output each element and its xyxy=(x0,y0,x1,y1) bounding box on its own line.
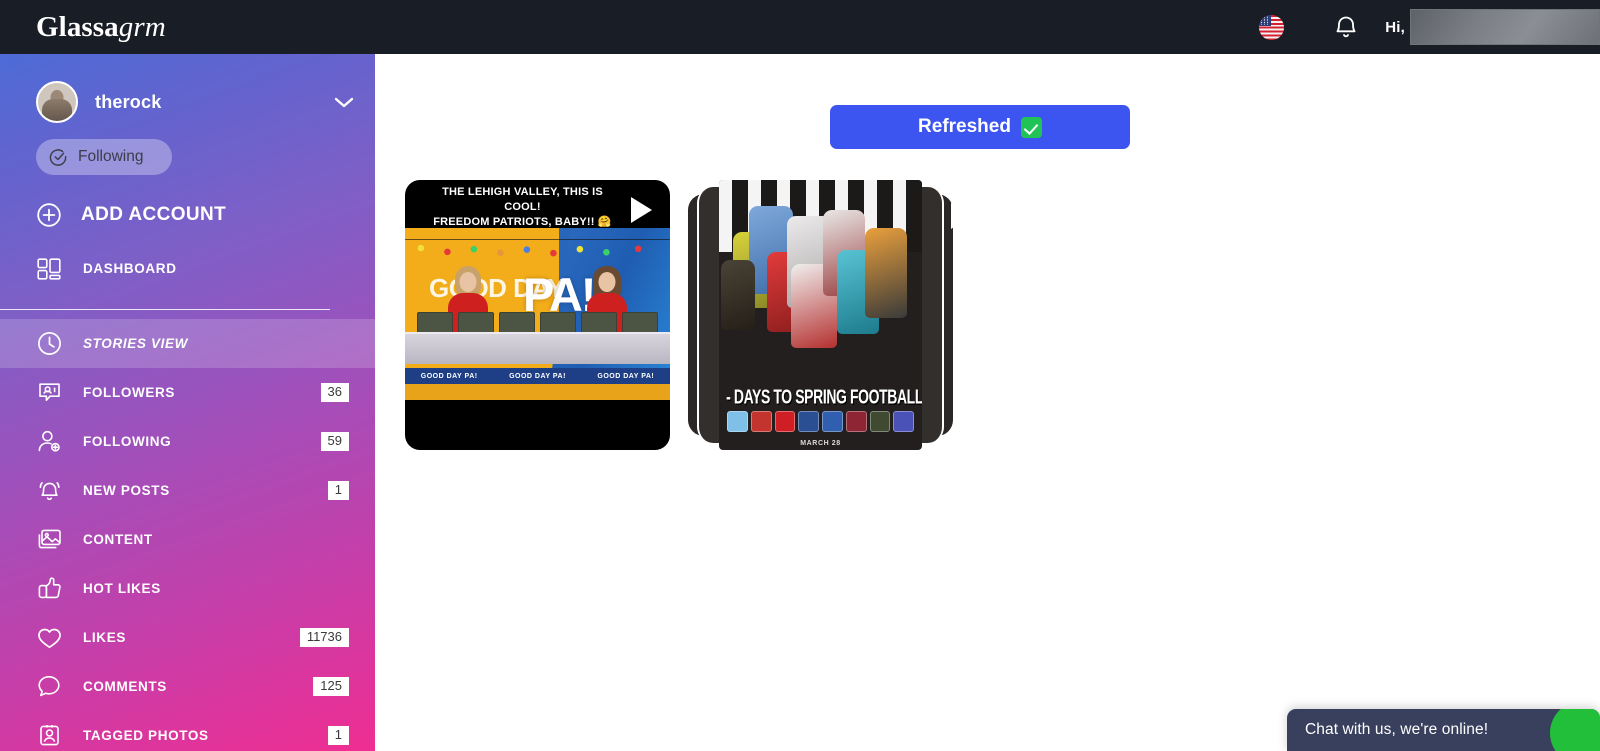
refresh-button-label: Refreshed xyxy=(918,116,1011,137)
app-logo[interactable]: Glassagrm xyxy=(36,11,166,44)
status-badge: 36 xyxy=(320,382,349,403)
greeting-text: Hi, xyxy=(1385,18,1405,36)
team-logo xyxy=(869,411,891,432)
team-logo xyxy=(845,411,867,432)
status-badge: 11736 xyxy=(299,627,349,648)
notification-bell-icon[interactable] xyxy=(1333,14,1359,40)
sidebar-item-label: DASHBOARD xyxy=(83,261,177,276)
images-icon xyxy=(36,527,62,552)
host-face xyxy=(459,272,477,292)
studio-ticker: GOOD DAY PA! GOOD DAY PA! GOOD DAY PA! xyxy=(405,368,670,384)
logo-secondary: grm xyxy=(118,10,166,43)
chat-message: Chat with us, we're online! xyxy=(1305,721,1489,738)
story-headline: - DAYS TO SPRING FOOTBALL - xyxy=(726,386,922,409)
story-card[interactable]: - DAYS TO SPRING FOOTBALL - MARCH 28 xyxy=(719,180,922,450)
top-header-bar: Glassagrm Hi, xyxy=(0,0,1600,54)
ticker-text: GOOD DAY PA! xyxy=(597,372,655,380)
story-card[interactable]: THE LEHIGH VALLEY, THIS IS COOL! FREEDOM… xyxy=(405,180,670,450)
status-badge: 1 xyxy=(327,480,349,501)
account-switcher[interactable]: therock xyxy=(0,73,375,131)
player-figure xyxy=(721,260,755,330)
comment-icon xyxy=(36,674,62,699)
grid-icon xyxy=(36,257,62,280)
check-circle-icon xyxy=(49,148,67,166)
main-content: Refreshed THE LEHIGH VALLEY, THIS IS COO… xyxy=(375,54,1600,751)
stories-list: THE LEHIGH VALLEY, THIS IS COOL! FREEDOM… xyxy=(405,180,971,450)
sidebar-item-new-posts[interactable]: NEW POSTS 1 xyxy=(0,466,375,515)
host-face xyxy=(598,272,616,292)
sidebar-item-label: LIKES xyxy=(83,630,127,645)
sidebar-item-stories-view[interactable]: STORIES VIEW xyxy=(0,319,375,368)
add-account-button[interactable]: ADD ACCOUNT xyxy=(36,200,375,230)
story-card-stacked[interactable]: - DAYS TO SPRING FOOTBALL - MARCH 28 xyxy=(688,180,971,450)
heart-icon xyxy=(36,626,62,650)
sidebar-item-label: CONTENT xyxy=(83,532,153,547)
status-badge: 59 xyxy=(320,431,349,452)
sidebar-item-label: COMMENTS xyxy=(83,679,167,694)
flag-canton xyxy=(1259,14,1272,26)
team-logo xyxy=(774,411,796,432)
sidebar: therock Following ADD ACCOUNT DASHBOARD … xyxy=(0,54,375,751)
chat-online-indicator xyxy=(1550,709,1600,751)
team-logos-row xyxy=(727,411,914,432)
team-logo xyxy=(822,411,843,432)
sidebar-item-label: NEW POSTS xyxy=(83,483,170,498)
thumbs-up-icon xyxy=(36,576,62,601)
story-caption-line2: FREEDOM PATRIOTS, BABY!! 🤗 xyxy=(433,215,612,228)
sidebar-item-label: TAGGED PHOTOS xyxy=(83,728,209,743)
username-redacted-field[interactable] xyxy=(1410,9,1600,45)
header-right-controls: Hi, xyxy=(1259,0,1600,54)
logo-primary: Glassa xyxy=(36,10,119,43)
story-caption-line1: THE LEHIGH VALLEY, THIS IS COOL! xyxy=(442,186,603,213)
refresh-button[interactable]: Refreshed xyxy=(830,105,1130,149)
ticker-text: GOOD DAY PA! xyxy=(420,372,478,380)
play-icon[interactable] xyxy=(951,203,971,229)
sidebar-item-followers[interactable]: FOLLOWERS 36 xyxy=(0,368,375,417)
status-badge: 125 xyxy=(313,676,349,697)
avatar-torso xyxy=(42,99,72,121)
string-lights xyxy=(405,236,670,258)
tagged-photos-icon xyxy=(36,723,62,748)
chat-widget[interactable]: Chat with us, we're online! xyxy=(1287,709,1600,751)
us-flag-icon[interactable] xyxy=(1259,14,1285,40)
avatar xyxy=(36,81,78,123)
sidebar-item-tagged-photos[interactable]: TAGGED PHOTOS 1 xyxy=(0,711,375,751)
sidebar-item-content[interactable]: CONTENT xyxy=(0,515,375,564)
player-figure xyxy=(865,228,907,318)
team-logo xyxy=(750,411,772,432)
app-root: Glassagrm Hi, therock Following ADD ACCO… xyxy=(0,0,1600,751)
sidebar-item-hot-likes[interactable]: HOT LIKES xyxy=(0,564,375,613)
team-logo xyxy=(727,411,748,432)
sidebar-item-label: FOLLOWERS xyxy=(83,385,176,400)
sidebar-item-label: STORIES VIEW xyxy=(83,336,189,351)
sidebar-item-following[interactable]: FOLLOWING 59 xyxy=(0,417,375,466)
status-badge: 1 xyxy=(327,725,349,746)
sidebar-divider xyxy=(0,309,330,310)
story-date: MARCH 28 xyxy=(800,440,841,447)
team-logo xyxy=(893,411,914,432)
add-account-label: ADD ACCOUNT xyxy=(81,204,227,225)
green-check-emoji xyxy=(1020,116,1042,138)
sidebar-item-label: HOT LIKES xyxy=(83,581,161,596)
team-logo xyxy=(798,411,819,432)
sidebar-item-likes[interactable]: LIKES 11736 xyxy=(0,613,375,662)
ticker-text: GOOD DAY PA! xyxy=(509,372,566,380)
sidebar-item-comments[interactable]: COMMENTS 125 xyxy=(0,662,375,711)
sidebar-item-label: FOLLOWING xyxy=(83,434,172,449)
studio-counter xyxy=(405,332,670,364)
plus-circle-icon xyxy=(37,203,61,227)
following-status-button[interactable]: Following xyxy=(36,139,172,175)
bell-ring-icon xyxy=(36,478,62,503)
football-players-collage xyxy=(719,198,922,360)
story-thumbnail: GOOD DAY PA! GOOD DAY PA! GOOD DAY PA! G… xyxy=(405,228,670,400)
chevron-down-icon[interactable] xyxy=(333,95,355,109)
studio-lower-band xyxy=(405,384,670,400)
play-icon[interactable] xyxy=(631,197,652,223)
clock-icon xyxy=(36,331,62,356)
user-plus-icon xyxy=(36,429,62,454)
account-username: therock xyxy=(95,91,162,112)
sidebar-item-dashboard[interactable]: DASHBOARD xyxy=(0,244,375,293)
followers-icon xyxy=(36,380,62,405)
following-label: Following xyxy=(78,148,144,165)
